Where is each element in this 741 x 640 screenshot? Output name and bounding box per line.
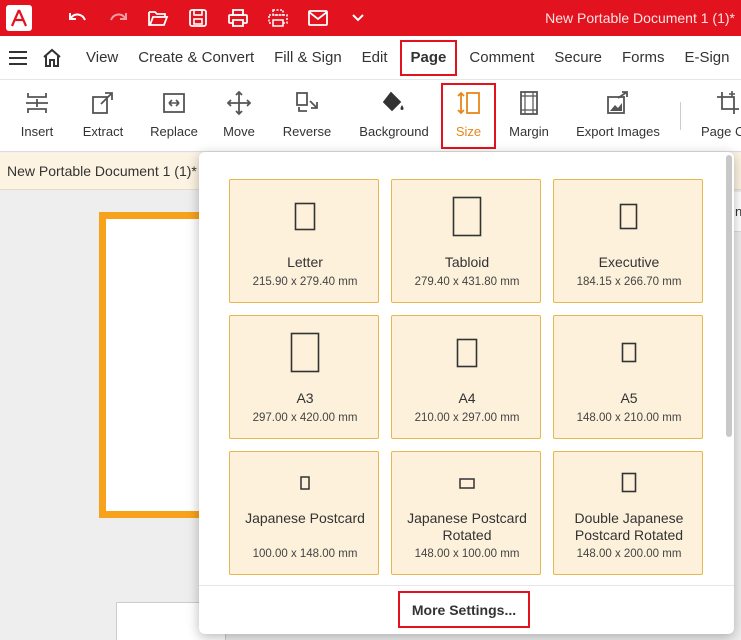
page-size-dimensions: 100.00 x 148.00 mm	[252, 548, 358, 560]
toolbar-divider	[680, 102, 681, 130]
move-button[interactable]: Move	[220, 88, 258, 144]
menu-bar: View Create & Convert Fill & Sign Edit P…	[0, 36, 741, 80]
page-size-name: Double Japanese Postcard Rotated	[574, 510, 684, 543]
chevron-down-icon[interactable]	[338, 0, 378, 36]
scan-print-icon[interactable]	[258, 0, 298, 36]
page-size-dimensions: 148.00 x 100.00 mm	[414, 548, 520, 560]
insert-page-icon	[24, 88, 50, 118]
menu-page[interactable]: Page	[399, 39, 458, 76]
insert-label: Insert	[20, 124, 54, 139]
page-size-icon	[456, 88, 482, 118]
menu-esign[interactable]: E-Sign	[674, 40, 739, 76]
page-size-japanese-postcard[interactable]: Japanese Postcard 100.00 x 148.00 mm	[229, 451, 379, 575]
page-crop-icon	[697, 88, 741, 118]
extract-button[interactable]: Extract	[78, 88, 128, 144]
email-icon[interactable]	[298, 0, 338, 36]
page-toolbar: Insert Extract Replace Move Reverse Back…	[0, 80, 741, 152]
move-label: Move	[223, 124, 255, 139]
acrobat-a-icon[interactable]	[6, 5, 32, 31]
page-size-name: Japanese Postcard	[245, 510, 365, 526]
page-size-a4[interactable]: A4 210.00 x 297.00 mm	[391, 315, 541, 439]
page-portrait-icon	[230, 180, 380, 254]
export-images-button[interactable]: Export Images	[574, 88, 662, 144]
page-margin-icon	[516, 88, 542, 118]
more-settings-button[interactable]: More Settings...	[398, 591, 530, 628]
home-icon[interactable]	[36, 36, 68, 80]
page-crop-label: Page C	[701, 124, 741, 139]
size-button[interactable]: Size	[441, 83, 496, 149]
margin-button[interactable]: Margin	[505, 88, 553, 144]
page-size-japanese-postcard-rotated[interactable]: Japanese Postcard Rotated 148.00 x 100.0…	[391, 451, 541, 575]
page-portrait-icon	[392, 180, 542, 254]
window-title: New Portable Document 1 (1)*	[545, 10, 735, 26]
dropdown-divider	[199, 585, 734, 586]
menu-edit[interactable]: Edit	[352, 40, 398, 76]
page-size-name: Tabloid	[444, 254, 490, 270]
page-size-name: Executive	[598, 254, 660, 270]
print-icon[interactable]	[218, 0, 258, 36]
menu-create-convert[interactable]: Create & Convert	[128, 40, 264, 76]
extract-label: Extract	[82, 124, 124, 139]
page-size-letter[interactable]: Letter 215.90 x 279.40 mm	[229, 179, 379, 303]
page-size-dimensions: 184.15 x 266.70 mm	[576, 276, 682, 288]
redo-icon[interactable]	[98, 0, 138, 36]
page-size-a5[interactable]: A5 148.00 x 210.00 mm	[553, 315, 703, 439]
reverse-pages-icon	[294, 88, 320, 118]
export-images-icon	[605, 88, 631, 118]
page-size-executive[interactable]: Executive 184.15 x 266.70 mm	[553, 179, 703, 303]
undo-icon[interactable]	[58, 0, 98, 36]
paint-bucket-icon	[381, 88, 407, 118]
page-size-dimensions: 215.90 x 279.40 mm	[252, 276, 358, 288]
page-portrait-icon	[230, 316, 380, 390]
page-size-a3[interactable]: A3 297.00 x 420.00 mm	[229, 315, 379, 439]
page-portrait-icon	[392, 316, 542, 390]
page-size-name: A3	[296, 390, 314, 406]
menu-comment[interactable]: Comment	[459, 40, 544, 76]
save-icon[interactable]	[178, 0, 218, 36]
move-arrows-icon	[226, 88, 252, 118]
page-portrait-icon	[554, 452, 704, 514]
replace-page-icon	[161, 88, 187, 118]
page-size-double-japanese-postcard-rotated[interactable]: Double Japanese Postcard Rotated 148.00 …	[553, 451, 703, 575]
page-size-dimensions: 297.00 x 420.00 mm	[252, 412, 358, 424]
background-label: Background	[359, 124, 429, 139]
page-size-dimensions: 148.00 x 200.00 mm	[576, 548, 682, 560]
page-size-dimensions: 148.00 x 210.00 mm	[576, 412, 682, 424]
page-landscape-icon	[392, 452, 542, 514]
extract-page-icon	[90, 88, 116, 118]
page-crop-button[interactable]: Page C	[697, 88, 741, 144]
page-portrait-icon	[230, 452, 380, 514]
size-label: Size	[455, 124, 482, 139]
hamburger-menu-icon[interactable]	[0, 36, 36, 80]
page-size-name: Japanese Postcard Rotated	[407, 510, 527, 543]
export-images-label: Export Images	[576, 124, 660, 139]
page-portrait-icon	[554, 316, 704, 390]
dropdown-scrollbar[interactable]	[726, 155, 732, 437]
insert-button[interactable]: Insert	[14, 88, 60, 144]
replace-label: Replace	[150, 124, 198, 139]
page-size-name: A5	[620, 390, 638, 406]
page-size-name: Letter	[287, 254, 323, 270]
reverse-button[interactable]: Reverse	[280, 88, 334, 144]
page-size-dimensions: 210.00 x 297.00 mm	[414, 412, 520, 424]
page-size-tabloid[interactable]: Tabloid 279.40 x 431.80 mm	[391, 179, 541, 303]
menu-view[interactable]: View	[76, 40, 128, 76]
title-bar: New Portable Document 1 (1)*	[0, 0, 741, 36]
reverse-label: Reverse	[282, 124, 332, 139]
page-size-dimensions: 279.40 x 431.80 mm	[414, 276, 520, 288]
menu-forms[interactable]: Forms	[612, 40, 675, 76]
margin-label: Margin	[509, 124, 549, 139]
replace-button[interactable]: Replace	[148, 88, 200, 144]
document-tab[interactable]: New Portable Document 1 (1)*	[7, 153, 197, 190]
page-portrait-icon	[554, 180, 704, 254]
page-size-name: A4	[458, 390, 476, 406]
open-folder-icon[interactable]	[138, 0, 178, 36]
menu-secure[interactable]: Secure	[544, 40, 612, 76]
background-button[interactable]: Background	[356, 88, 432, 144]
menu-fill-sign[interactable]: Fill & Sign	[264, 40, 352, 76]
